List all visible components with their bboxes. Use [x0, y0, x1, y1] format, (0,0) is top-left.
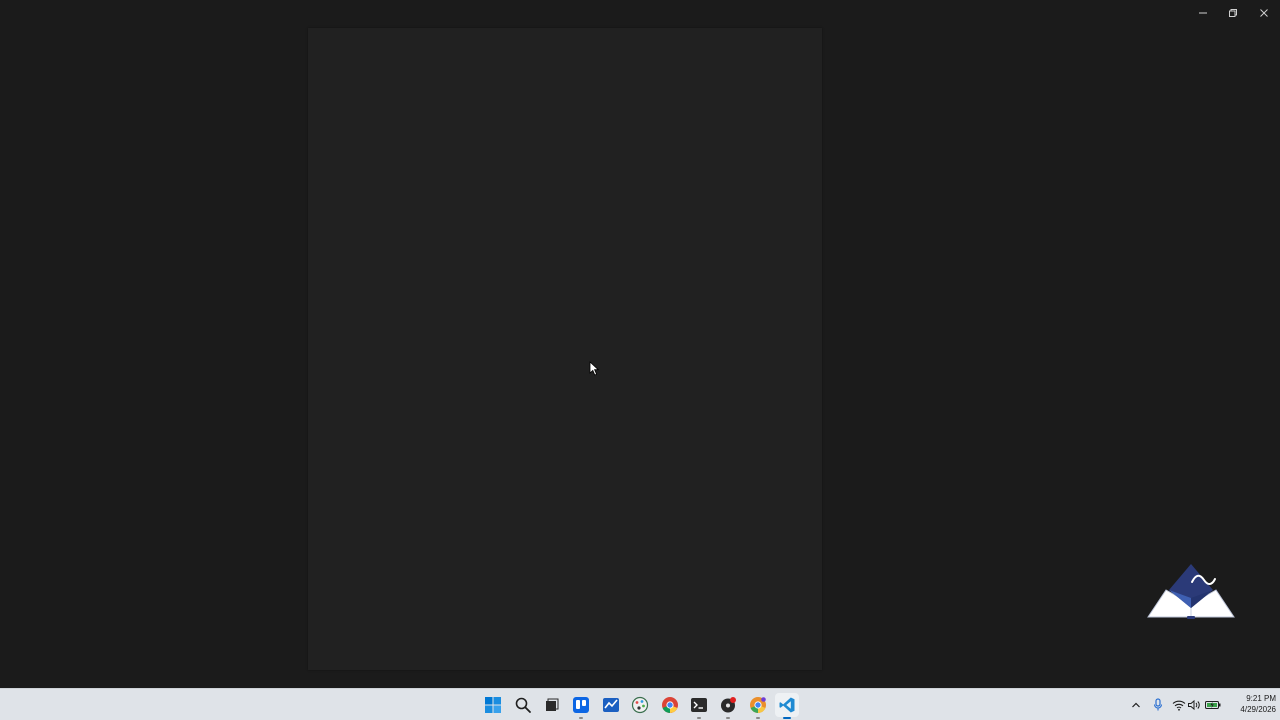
- close-button[interactable]: [1249, 0, 1279, 26]
- minimize-button[interactable]: [1188, 0, 1218, 26]
- close-icon: [1260, 9, 1268, 17]
- app-chart-icon: [603, 698, 619, 712]
- taskbar-app-paint[interactable]: [628, 693, 652, 717]
- taskbar-app-chrome-canary[interactable]: [746, 693, 770, 719]
- taskbar-app-chart[interactable]: [599, 693, 623, 717]
- tray-battery[interactable]: [1204, 697, 1222, 713]
- tray-microphone[interactable]: [1150, 697, 1166, 713]
- taskbar-app-chrome[interactable]: [658, 693, 682, 717]
- restore-button[interactable]: [1218, 0, 1248, 26]
- taskbar-clock[interactable]: 9:21 PM 4/29/2026: [1222, 693, 1276, 717]
- windows-start-icon: [485, 697, 501, 713]
- taskbar-app-terminal[interactable]: [687, 693, 711, 719]
- tray-volume[interactable]: [1186, 697, 1202, 713]
- clock-date: 4/29/2026: [1240, 705, 1276, 714]
- restore-icon: [1229, 9, 1237, 17]
- chevron-up-icon: [1132, 702, 1140, 708]
- tray-wifi[interactable]: [1171, 697, 1187, 713]
- app-window: [0, 0, 1280, 688]
- taskbar-app-vscode[interactable]: [775, 693, 799, 719]
- task-view-icon: [546, 698, 559, 711]
- paint-icon: [631, 696, 649, 714]
- logo-watermark-icon: [1147, 564, 1235, 619]
- wifi-icon: [1172, 700, 1186, 711]
- task-view-button[interactable]: [539, 693, 563, 717]
- chrome-canary-icon: [750, 697, 766, 713]
- tray-overflow-button[interactable]: [1128, 697, 1144, 713]
- chrome-icon: [662, 697, 678, 713]
- mouse-cursor-icon: [589, 361, 600, 376]
- volume-icon: [1188, 699, 1200, 711]
- obs-icon: [721, 697, 736, 713]
- microphone-icon: [1153, 698, 1163, 711]
- document-page[interactable]: [308, 28, 822, 670]
- start-button[interactable]: [481, 693, 505, 717]
- taskbar: 9:21 PM 4/29/2026: [0, 688, 1280, 720]
- search-icon: [515, 697, 531, 713]
- trello-icon: [573, 697, 589, 713]
- search-button[interactable]: [511, 693, 535, 717]
- desktop-screen: 9:21 PM 4/29/2026: [0, 0, 1280, 720]
- vscode-icon: [779, 697, 795, 713]
- taskbar-app-obs[interactable]: [716, 693, 740, 719]
- clock-time: 9:21 PM: [1246, 694, 1276, 703]
- title-bar[interactable]: [0, 0, 1280, 28]
- battery-icon: [1205, 701, 1221, 709]
- terminal-icon: [691, 698, 707, 712]
- minimize-icon: [1199, 12, 1207, 14]
- taskbar-app-trello[interactable]: [569, 693, 593, 719]
